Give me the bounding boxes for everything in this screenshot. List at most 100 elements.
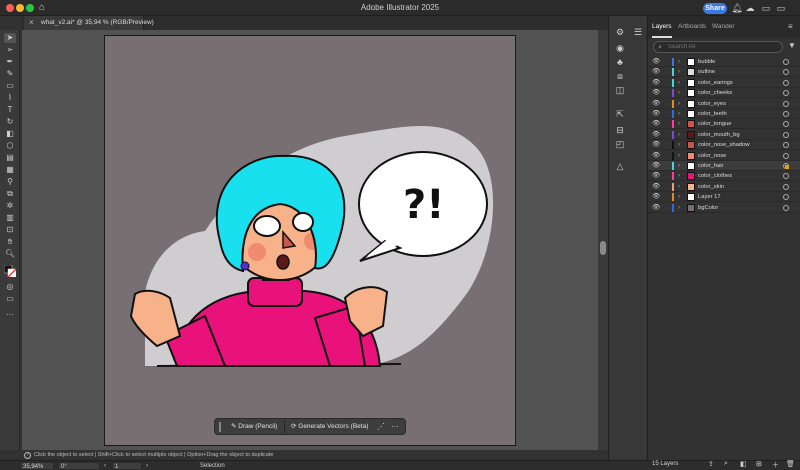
tab-layers[interactable]: Layers <box>652 16 672 38</box>
fill-stroke-swatch[interactable] <box>3 264 17 278</box>
chevron-right-icon[interactable]: › <box>678 99 680 109</box>
draw-mode-icon[interactable]: ◎ <box>4 282 16 292</box>
screen-mode-icon[interactable]: ▭ <box>4 294 16 304</box>
layer-target-icon[interactable] <box>783 59 789 65</box>
drag-handle[interactable] <box>219 422 221 432</box>
eye-icon[interactable]: 👁︎ <box>652 67 661 77</box>
vertical-scrollbar[interactable] <box>598 30 608 450</box>
zoom-level-field[interactable]: 35,94% <box>20 462 54 470</box>
layer-row[interactable]: 👁︎ › outline <box>648 67 800 78</box>
artboard-number-field[interactable]: 1 <box>112 462 142 470</box>
layer-row[interactable]: 👁︎ › color_hair <box>648 161 800 171</box>
brush-tool-icon[interactable]: ⌇ <box>4 93 16 103</box>
chevron-right-icon[interactable]: › <box>678 109 680 119</box>
document-tab[interactable]: × what_v2.ai* @ 35,94 % (RGB/Preview) <box>24 16 154 30</box>
type-tool-icon[interactable]: T <box>4 105 16 115</box>
layer-row[interactable]: 👁︎ › color_teeth <box>648 109 800 119</box>
eye-icon[interactable]: 👁︎ <box>652 140 661 150</box>
eye-icon[interactable]: 👁︎ <box>652 78 661 88</box>
layer-row[interactable]: 👁︎ › color_skin <box>648 182 800 192</box>
locate-object-icon[interactable]: ⌕ <box>724 460 728 468</box>
delete-layer-icon[interactable]: 🗑︎ <box>786 460 795 468</box>
chevron-right-icon[interactable]: › <box>678 171 680 181</box>
layer-target-icon[interactable] <box>783 69 789 76</box>
chevron-right-icon[interactable]: › <box>678 67 680 77</box>
layer-target-icon[interactable] <box>783 173 789 180</box>
layer-target-icon[interactable] <box>783 204 789 211</box>
close-tab-icon[interactable]: × <box>29 18 34 27</box>
layer-target-icon[interactable] <box>783 131 789 138</box>
layer-row[interactable]: 👁︎ › color_nose_shadow <box>648 140 800 151</box>
layer-row[interactable]: 👁︎ › color_eyes <box>648 99 800 109</box>
color-icon[interactable]: ◉ <box>613 42 627 54</box>
chevron-right-icon[interactable]: › <box>678 130 680 140</box>
chevron-right-icon[interactable]: › <box>678 161 680 171</box>
layer-target-icon[interactable] <box>783 90 789 97</box>
layer-row[interactable]: 👁︎ › Layer 17 <box>648 192 800 203</box>
draw-pencil-button[interactable]: ✎ Draw (Pencil) <box>227 421 283 433</box>
direct-selection-tool-icon[interactable]: ➢ <box>4 45 16 55</box>
pathfinder-icon[interactable]: ◫ <box>613 84 627 96</box>
layer-target-icon[interactable] <box>783 111 789 117</box>
chevron-right-icon[interactable]: › <box>678 203 680 213</box>
status-mode[interactable]: Selection <box>200 462 225 470</box>
eye-icon[interactable]: 👁︎ <box>652 119 661 129</box>
eye-icon[interactable]: 👁︎ <box>652 182 661 192</box>
shape-builder-tool-icon[interactable]: ⬡ <box>4 141 16 151</box>
eye-icon[interactable]: 👁︎ <box>652 192 661 202</box>
eye-icon[interactable]: 👁︎ <box>652 203 661 213</box>
symbols-icon[interactable]: ♣ <box>613 56 627 68</box>
arrange-documents-icon[interactable]: ▭ <box>760 2 772 14</box>
zoom-tool-icon[interactable]: 🔍︎ <box>4 249 16 259</box>
mesh-tool-icon[interactable]: ▦ <box>4 165 16 175</box>
blend-tool-icon[interactable]: ⧉ <box>4 189 16 199</box>
pencil-tool-icon[interactable]: ✎ <box>4 69 16 79</box>
triangle-icon[interactable]: △ <box>613 160 627 172</box>
chevron-right-icon[interactable]: › <box>678 192 680 202</box>
eye-icon[interactable]: 👁︎ <box>652 88 661 98</box>
hand-tool-icon[interactable]: ✋︎ <box>4 237 16 247</box>
layer-row[interactable]: 👁︎ › color_earings <box>648 78 800 88</box>
chevron-right-icon[interactable]: › <box>678 151 680 161</box>
transform-icon[interactable]: ⧈ <box>613 70 627 82</box>
eye-icon[interactable]: 👁︎ <box>652 151 661 161</box>
eye-icon[interactable]: 👁︎ <box>652 99 661 109</box>
chevron-right-icon[interactable]: › <box>678 140 680 150</box>
gradient-tool-icon[interactable]: ▤ <box>4 153 16 163</box>
layers-alt-icon[interactable]: ◰ <box>613 138 627 150</box>
workspace-icon[interactable]: ▭ <box>775 2 787 14</box>
prev-artboard-icon[interactable]: ‹ <box>104 462 106 470</box>
layer-row[interactable]: 👁︎ › bubble <box>648 57 800 67</box>
recolor-icon[interactable]: ⋰ <box>375 421 387 433</box>
eye-icon[interactable]: 👁︎ <box>652 57 661 67</box>
layer-search[interactable]: ⌕ <box>653 41 783 53</box>
new-sublayer-icon[interactable]: ⊞ <box>756 460 762 468</box>
layer-row[interactable]: 👁︎ › bgColor <box>648 203 800 213</box>
chevron-right-icon[interactable]: › <box>678 88 680 98</box>
more-options-icon[interactable]: ··· <box>389 421 401 433</box>
layer-target-icon[interactable] <box>783 100 789 107</box>
new-layer-icon[interactable]: ＋ <box>772 460 779 470</box>
chevron-right-icon[interactable]: › <box>678 182 680 192</box>
edit-toolbar-icon[interactable]: ··· <box>4 310 16 320</box>
layer-target-icon[interactable] <box>783 194 789 201</box>
search-input[interactable] <box>668 42 778 52</box>
layer-target-icon[interactable] <box>783 142 789 149</box>
eyedropper-tool-icon[interactable]: ⚲ <box>4 177 16 187</box>
artboard-tool-icon[interactable]: ⊡ <box>4 225 16 235</box>
tab-wander[interactable]: Wander <box>712 16 735 38</box>
export-icon[interactable]: ⇱ <box>613 108 627 120</box>
layer-target-icon[interactable] <box>783 183 789 190</box>
layer-target-icon[interactable] <box>783 79 789 86</box>
column-graph-tool-icon[interactable]: ▥ <box>4 213 16 223</box>
eraser-tool-icon[interactable]: ◧ <box>4 129 16 139</box>
eye-icon[interactable]: 👁︎ <box>652 161 661 171</box>
layer-row[interactable]: 👁︎ › color_mouth_bg <box>648 130 800 140</box>
selection-tool-icon[interactable]: ➤ <box>4 33 16 43</box>
share-button[interactable]: Share <box>703 3 727 14</box>
chevron-right-icon[interactable]: › <box>678 119 680 129</box>
layer-target-icon[interactable] <box>783 121 789 128</box>
layer-row[interactable]: 👁︎ › color_tongue <box>648 119 800 130</box>
panel-menu-icon[interactable]: ≡ <box>788 22 793 31</box>
align-icon[interactable]: ⊟ <box>613 124 627 136</box>
